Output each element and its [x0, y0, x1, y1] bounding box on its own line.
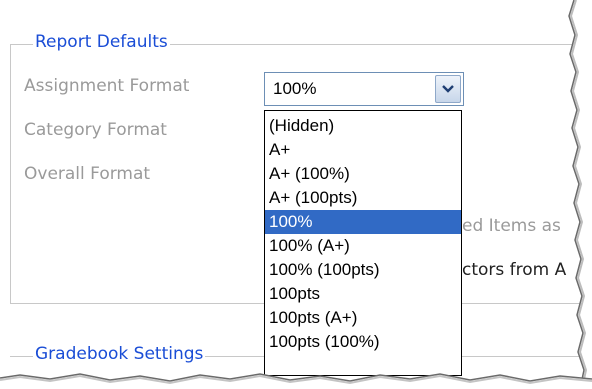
assignment-format-dropdown-list[interactable]: (Hidden) A+ A+ (100%) A+ (100pts) 100% 1… [264, 110, 462, 376]
option-percent[interactable]: 100% [265, 210, 461, 234]
assignment-format-selected-value: 100% [273, 79, 317, 98]
overall-format-label: Overall Format [24, 164, 151, 184]
option-percent-points[interactable]: 100% (100pts) [265, 258, 461, 282]
gradebook-settings-legend: Gradebook Settings [33, 344, 206, 364]
assignment-format-label: Assignment Format [24, 76, 190, 96]
chevron-down-icon [442, 85, 454, 93]
option-percent-letter[interactable]: 100% (A+) [265, 234, 461, 258]
display-released-items-option-text: ed Items as [462, 216, 561, 236]
option-hidden[interactable]: (Hidden) [265, 114, 461, 138]
settings-panel: Report Defaults Assignment Format Catego… [0, 0, 592, 389]
assignment-format-select[interactable]: 100% [264, 72, 464, 106]
dropdown-arrow-button[interactable] [435, 75, 461, 103]
option-points-percent[interactable]: 100pts (100%) [265, 330, 461, 354]
option-letter[interactable]: A+ [265, 138, 461, 162]
option-letter-percent[interactable]: A+ (100%) [265, 162, 461, 186]
option-points[interactable]: 100pts [265, 282, 461, 306]
factors-option-text: ctors from A [462, 260, 567, 280]
category-format-label: Category Format [24, 120, 167, 140]
report-defaults-left-border [10, 44, 11, 304]
option-letter-points[interactable]: A+ (100pts) [265, 186, 461, 210]
option-points-letter[interactable]: 100pts (A+) [265, 306, 461, 330]
torn-edge-right [568, 0, 592, 389]
report-defaults-legend: Report Defaults [33, 32, 170, 52]
